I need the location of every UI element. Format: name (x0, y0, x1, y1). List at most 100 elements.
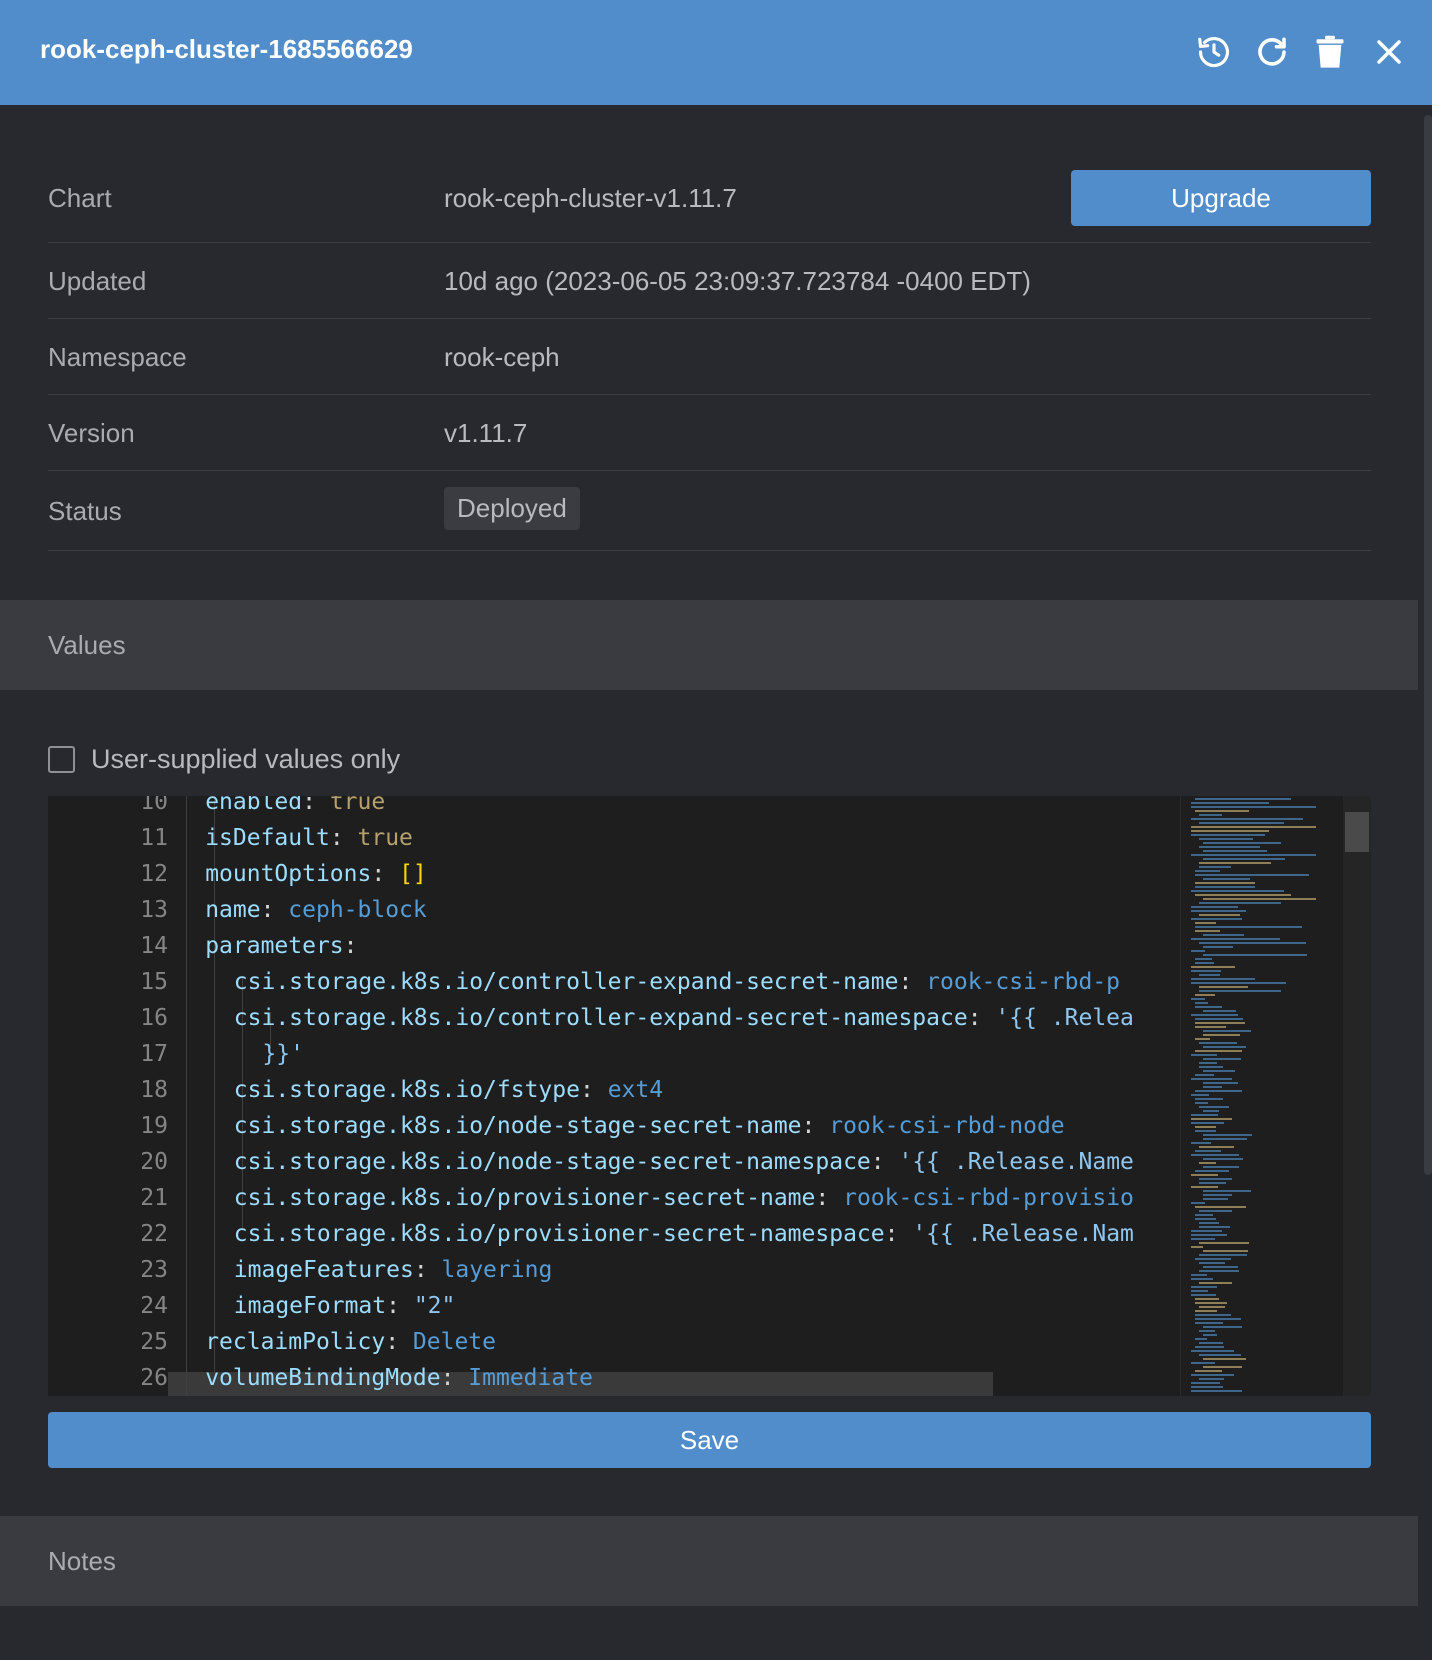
minimap-line (1195, 1074, 1214, 1076)
minimap-line (1191, 1078, 1232, 1080)
minimap-line (1195, 1098, 1223, 1100)
delete-icon[interactable] (1311, 33, 1349, 71)
minimap-line (1195, 1102, 1208, 1104)
minimap-line (1195, 1338, 1207, 1340)
values-title: Values (48, 630, 126, 660)
yaml-value: rook-csi-rbd-p (926, 969, 1121, 995)
minimap-line (1203, 1046, 1246, 1048)
minimap-line (1191, 1274, 1207, 1276)
minimap-line (1199, 1162, 1216, 1164)
code-area[interactable]: enabled: true isDefault: true mountOptions… (168, 796, 1228, 1396)
upgrade-button[interactable]: Upgrade (1071, 170, 1371, 226)
minimap-line (1191, 1278, 1213, 1280)
minimap-line (1191, 890, 1284, 892)
minimap-line (1191, 826, 1316, 828)
minimap-line (1195, 1150, 1221, 1152)
minimap-line (1199, 1178, 1232, 1180)
line-number: 10 (140, 796, 168, 815)
minimap-line (1199, 914, 1240, 916)
minimap-line (1199, 1066, 1223, 1068)
code-line: reclaimPolicy: Delete (205, 1329, 496, 1355)
yaml-value: "2" (413, 1293, 456, 1319)
history-icon[interactable] (1195, 33, 1233, 71)
dialog-header: rook-ceph-cluster-1685566629 (0, 0, 1432, 105)
line-number: 25 (140, 1329, 168, 1355)
minimap-line (1195, 922, 1216, 924)
status-label: Status (48, 496, 122, 526)
editor-minimap[interactable] (1180, 796, 1340, 1396)
updated-row: Updated 10d ago (2023-06-05 23:09:37.723… (48, 243, 1371, 319)
page-scrollbar[interactable] (1424, 115, 1432, 1175)
code-line: csi.storage.k8s.io/fstype: ext4 (233, 1077, 664, 1103)
minimap-line (1191, 1054, 1217, 1056)
minimap-line (1199, 1330, 1215, 1332)
minimap-line (1191, 1186, 1218, 1188)
yaml-value: '{{ .Release.Nam (912, 1221, 1134, 1247)
line-number: 21 (140, 1185, 168, 1211)
minimap-line (1195, 1050, 1242, 1052)
minimap-line (1203, 1334, 1217, 1336)
minimap-line (1195, 1170, 1229, 1172)
values-editor[interactable]: 10 11 12 13 14 15 16 17 18 19 20 21 22 23 24 25 26 enabl… (48, 796, 1371, 1396)
notes-title: Notes (48, 1546, 116, 1576)
yaml-value: true (357, 825, 413, 851)
chart-label: Chart (48, 183, 112, 213)
yaml-key: csi.storage.k8s.io/fstype (233, 1077, 580, 1103)
yaml-key: csi.storage.k8s.io/node-stage-secret-nam… (233, 1149, 871, 1175)
yaml-value: Delete (412, 1329, 496, 1355)
yaml-value: ceph-block (288, 897, 427, 923)
code-line: isDefault: true (205, 825, 413, 851)
minimap-line (1191, 1374, 1234, 1376)
minimap-line (1195, 958, 1212, 960)
namespace-row: Namespace rook-ceph (48, 319, 1371, 395)
minimap-line (1203, 954, 1307, 956)
user-supplied-checkbox[interactable] (48, 746, 75, 773)
code-line: mountOptions: [] (205, 861, 427, 887)
minimap-line (1199, 1270, 1239, 1272)
editor-scrollbar[interactable] (1343, 796, 1371, 1396)
line-number: 18 (140, 1077, 168, 1103)
status-row: Status Deployed (48, 471, 1371, 551)
line-number: 22 (140, 1221, 168, 1247)
minimap-line (1191, 806, 1316, 808)
minimap-line (1195, 930, 1220, 932)
notes-section-header: Notes (0, 1516, 1418, 1606)
minimap-line (1191, 1246, 1203, 1248)
minimap-line (1199, 1062, 1217, 1064)
minimap-line (1191, 1286, 1217, 1288)
close-icon[interactable] (1370, 33, 1408, 71)
minimap-line (1191, 978, 1255, 980)
minimap-line (1191, 1114, 1218, 1116)
version-row: Version v1.11.7 (48, 395, 1371, 471)
user-supplied-checkbox-row[interactable]: User-supplied values only (48, 744, 400, 775)
minimap-line (1199, 846, 1260, 848)
minimap-line (1191, 938, 1280, 940)
minimap-line (1203, 898, 1316, 900)
yaml-key: name (205, 897, 261, 923)
line-number: 23 (140, 1257, 168, 1283)
code-line: imageFormat: "2" (233, 1293, 456, 1319)
minimap-line (1195, 1218, 1216, 1220)
minimap-line (1203, 1058, 1241, 1060)
minimap-line (1203, 1086, 1222, 1088)
updated-label: Updated (48, 266, 147, 296)
minimap-line (1203, 878, 1250, 880)
minimap-line (1195, 798, 1291, 800)
minimap-line (1199, 1342, 1223, 1344)
minimap-line (1191, 802, 1269, 804)
minimap-line (1199, 1042, 1237, 1044)
status-badge: Deployed (444, 487, 580, 530)
yaml-key: isDefault (205, 825, 330, 851)
minimap-line (1203, 842, 1281, 844)
minimap-line (1199, 1306, 1225, 1308)
refresh-icon[interactable] (1253, 33, 1291, 71)
save-button[interactable]: Save (48, 1412, 1371, 1468)
yaml-key: csi.storage.k8s.io/node-stage-secret-nam… (233, 1113, 802, 1139)
minimap-line (1199, 990, 1281, 992)
minimap-line (1195, 894, 1291, 896)
minimap-line (1191, 1234, 1227, 1236)
code-line: imageFeatures: layering (233, 1257, 553, 1283)
minimap-line (1191, 1174, 1218, 1176)
editor-scrollbar-thumb[interactable] (1345, 812, 1369, 852)
minimap-line (1191, 906, 1238, 908)
